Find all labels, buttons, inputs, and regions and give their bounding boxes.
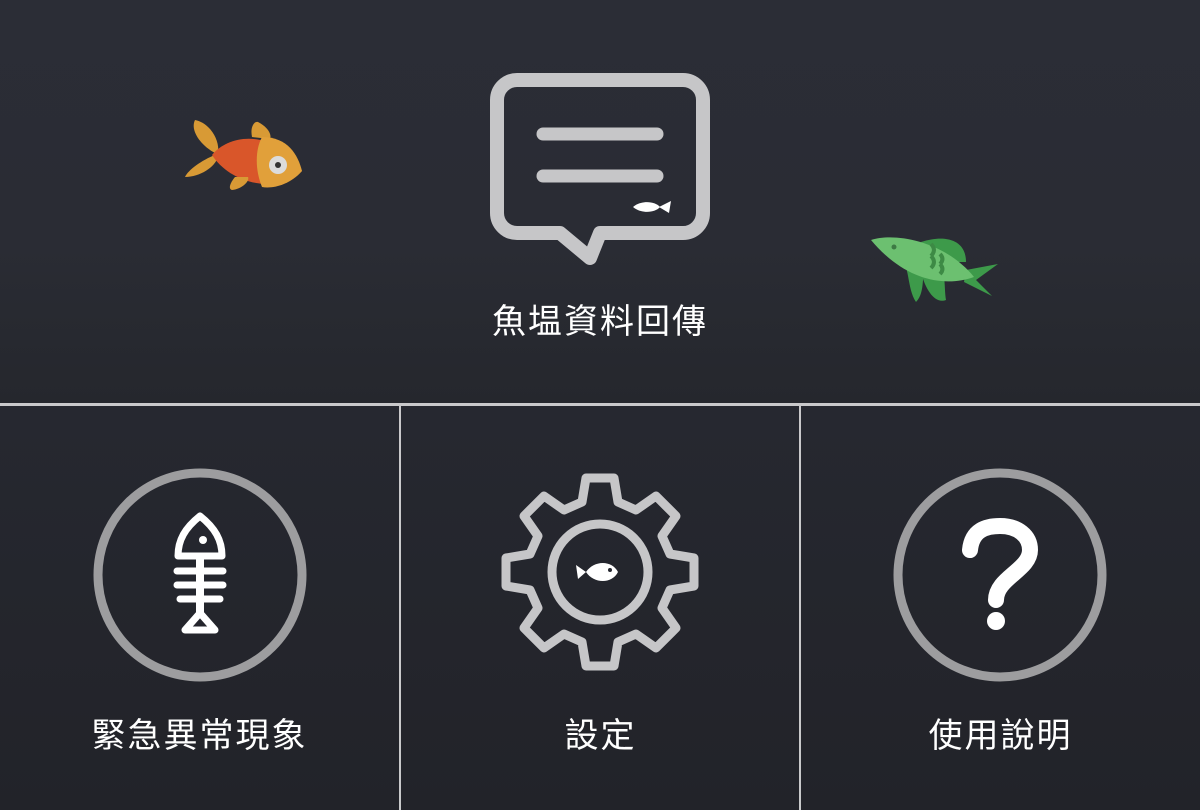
emergency-anomaly-button[interactable]: 緊急異常現象 (0, 406, 399, 810)
settings-button[interactable]: 設定 (401, 406, 800, 810)
chat-bubble-fish-icon (490, 73, 710, 265)
gear-fish-icon (501, 473, 699, 671)
emergency-anomaly-label: 緊急異常現象 (91, 716, 308, 756)
instructions-label: 使用說明 (928, 716, 1073, 756)
fish-pond-data-report-label: 魚塭資料回傳 (492, 302, 708, 342)
instructions-button[interactable]: 使用說明 (801, 406, 1200, 810)
settings-label: 設定 (564, 716, 637, 756)
question-icon (893, 468, 1107, 682)
goldfish-icon (185, 120, 302, 190)
fish-bone-icon (93, 468, 307, 682)
fish-pond-data-report-button[interactable]: 魚塭資料回傳 (0, 0, 1200, 403)
